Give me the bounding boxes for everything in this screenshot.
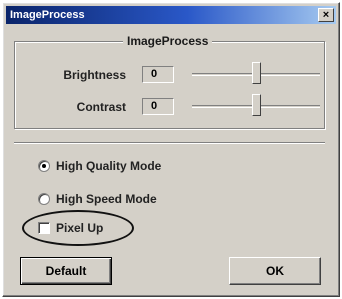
high-quality-mode-option[interactable]: High Quality Mode xyxy=(38,158,161,174)
contrast-slider-thumb[interactable] xyxy=(252,94,261,116)
title-bar[interactable]: ImageProcess × xyxy=(6,6,336,24)
contrast-slider[interactable] xyxy=(192,94,320,120)
section-divider xyxy=(14,142,325,144)
pixel-up-label: Pixel Up xyxy=(56,221,104,235)
ok-button[interactable]: OK xyxy=(229,257,321,285)
close-icon: × xyxy=(322,9,330,21)
brightness-label: Brightness xyxy=(63,68,126,82)
contrast-value[interactable]: 0 xyxy=(142,98,174,115)
pixel-up-checkbox[interactable] xyxy=(38,222,50,234)
high-quality-mode-radio[interactable] xyxy=(38,160,50,172)
group-title: ImageProcess xyxy=(123,34,213,48)
high-speed-mode-option[interactable]: High Speed Mode xyxy=(38,191,157,207)
pixel-up-option[interactable]: Pixel Up xyxy=(38,220,103,236)
brightness-slider[interactable] xyxy=(192,62,320,88)
window-title: ImageProcess xyxy=(10,9,85,21)
close-button[interactable]: × xyxy=(318,8,334,22)
high-speed-mode-radio[interactable] xyxy=(38,193,50,205)
default-button[interactable]: Default xyxy=(20,257,112,285)
contrast-label: Contrast xyxy=(76,100,126,114)
high-speed-mode-label: High Speed Mode xyxy=(56,192,157,206)
high-quality-mode-label: High Quality Mode xyxy=(56,159,162,173)
brightness-value[interactable]: 0 xyxy=(142,66,174,83)
brightness-slider-thumb[interactable] xyxy=(252,62,261,84)
